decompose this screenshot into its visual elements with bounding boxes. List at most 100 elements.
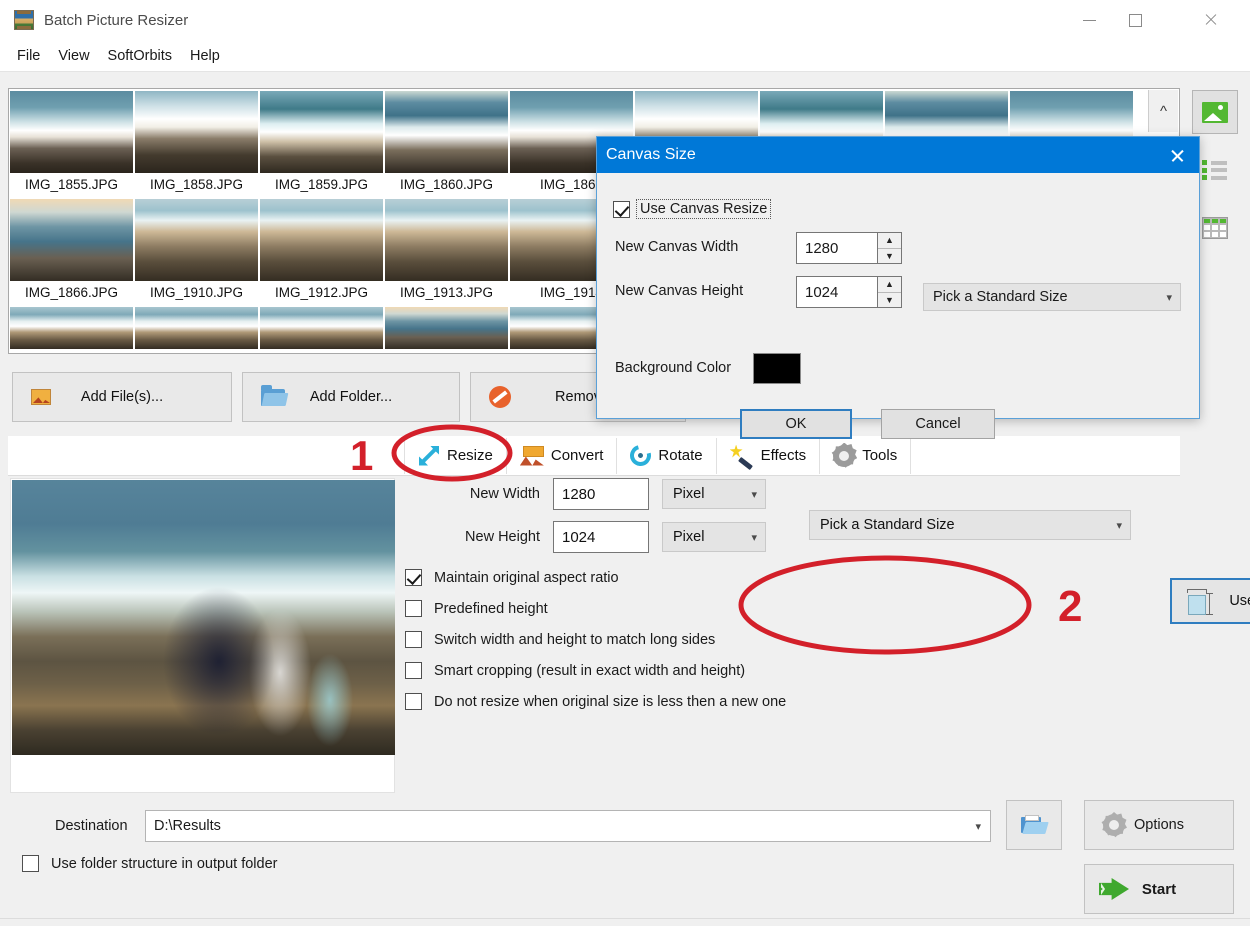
thumbnail-image (260, 199, 383, 281)
dialog-ok-button[interactable]: OK (740, 409, 852, 439)
dialog-new-canvas-width-input[interactable]: 1280 (796, 232, 878, 264)
thumbnail-item[interactable] (134, 305, 259, 349)
chevron-down-icon: ▾ (1166, 291, 1172, 304)
minimize-button[interactable] (1066, 0, 1112, 40)
menu-item-view[interactable]: View (49, 44, 98, 68)
menu-item-softorbits[interactable]: SoftOrbits (99, 44, 181, 68)
options-label: Options (1134, 817, 1184, 833)
destination-input[interactable]: D:\Results ▾ (145, 810, 991, 842)
spinner-up-icon[interactable]: ▲ (878, 233, 901, 249)
tab-convert[interactable]: Convert (507, 437, 618, 474)
thumbnail-item[interactable]: IMG_1855.JPG (9, 89, 134, 197)
chevron-up-icon[interactable]: ^ (1148, 90, 1178, 132)
thumbnail-label: IMG_1860.JPG (399, 177, 494, 192)
menu-item-help[interactable]: Help (181, 44, 229, 68)
thumbnail-image (385, 91, 508, 173)
dialog-title: Canvas Size (606, 146, 696, 163)
checkbox-maintain-aspect-ratio[interactable]: Maintain original aspect ratio (405, 569, 1185, 586)
thumbnail-image (10, 91, 133, 173)
canvas-resize-icon (1186, 587, 1214, 615)
checkbox-smart-cropping[interactable]: Smart cropping (result in exact width an… (405, 662, 1185, 679)
magic-wand-icon (730, 445, 754, 467)
thumbnail-item[interactable]: IMG_1858.JPG (134, 89, 259, 197)
dialog-standard-size-select[interactable]: Pick a Standard Size ▾ (923, 283, 1181, 311)
close-icon (1204, 13, 1218, 27)
checkbox-label: Use folder structure in output folder (51, 855, 278, 872)
maximize-button[interactable] (1112, 0, 1158, 40)
remove-label: Remov (555, 389, 601, 405)
grid-view-icon (1202, 217, 1228, 239)
rotate-circle-icon (626, 441, 656, 470)
dialog-use-canvas-resize-label: Use Canvas Resize (636, 199, 772, 219)
maximize-icon (1128, 13, 1142, 27)
thumbnail-label: IMG_1859.JPG (274, 177, 369, 192)
preview-image (12, 480, 395, 755)
menu-item-file[interactable]: File (8, 44, 49, 68)
dialog-new-canvas-width-label: New Canvas Width (615, 239, 739, 255)
browse-folder-button[interactable] (1006, 800, 1062, 850)
tab-effects[interactable]: Effects (717, 437, 821, 474)
tab-effects-label: Effects (760, 447, 807, 464)
window-titlebar: Batch Picture Resizer (0, 0, 1250, 40)
destination-value: D:\Results (154, 818, 221, 834)
destination-label: Destination (55, 818, 128, 834)
use-canvas-resize-button[interactable]: Use Canvas Resize (1170, 578, 1250, 624)
add-folder-button[interactable]: Add Folder... (242, 372, 460, 422)
checkbox-switch-width-height[interactable]: Switch width and height to match long si… (405, 631, 1185, 648)
start-button[interactable]: Start (1084, 864, 1234, 914)
checkbox-icon (405, 569, 422, 586)
dialog-close-button[interactable] (1155, 137, 1199, 173)
tab-resize-label: Resize (447, 447, 493, 464)
checkbox-icon (405, 662, 422, 679)
dialog-new-canvas-height-input[interactable]: 1024 (796, 276, 878, 308)
spinner-down-icon[interactable]: ▼ (878, 249, 901, 264)
thumbnail-image (385, 307, 508, 349)
thumbnail-image (260, 91, 383, 173)
width-unit-select[interactable]: Pixel ▾ (662, 479, 766, 509)
dialog-width-spinner[interactable]: ▲ ▼ (878, 232, 902, 264)
add-files-button[interactable]: Add File(s)... (12, 372, 232, 422)
thumbnail-item[interactable] (259, 305, 384, 349)
spinner-up-icon[interactable]: ▲ (878, 277, 901, 293)
checkbox-label: Predefined height (434, 600, 548, 617)
remove-ban-icon (489, 386, 511, 408)
checkbox-predefined-height[interactable]: Predefined height (405, 600, 1185, 617)
thumbnail-item[interactable]: IMG_1910.JPG (134, 197, 259, 305)
background-color-swatch[interactable] (753, 353, 801, 384)
chevron-down-icon: ▾ (975, 820, 981, 833)
thumbnail-item[interactable] (384, 305, 509, 349)
add-folder-label: Add Folder... (309, 389, 393, 405)
list-view-icon (1202, 160, 1228, 180)
chevron-down-icon: ▾ (751, 531, 757, 544)
thumbnail-item[interactable]: IMG_1912.JPG (259, 197, 384, 305)
close-window-button[interactable] (1188, 0, 1234, 40)
window-title: Batch Picture Resizer (44, 11, 189, 29)
checkbox-do-not-resize-smaller[interactable]: Do not resize when original size is less… (405, 693, 1185, 710)
dialog-standard-size-value: Pick a Standard Size (933, 289, 1068, 305)
checkbox-use-folder-structure[interactable]: Use folder structure in output folder (22, 855, 277, 872)
tab-rotate[interactable]: Rotate (617, 437, 717, 474)
checkbox-label: Smart cropping (result in exact width an… (434, 662, 746, 679)
tab-resize[interactable]: Resize (404, 437, 507, 474)
new-width-input[interactable]: 1280 (553, 478, 649, 510)
thumbnail-item[interactable]: IMG_1866.JPG (9, 197, 134, 305)
dialog-height-spinner[interactable]: ▲ ▼ (878, 276, 902, 308)
thumbnail-item[interactable]: IMG_1859.JPG (259, 89, 384, 197)
dialog-cancel-button[interactable]: Cancel (881, 409, 995, 439)
checkbox-icon (613, 200, 630, 218)
tab-rotate-label: Rotate (658, 447, 703, 464)
standard-size-select[interactable]: Pick a Standard Size ▾ (809, 510, 1131, 540)
spinner-down-icon[interactable]: ▼ (878, 293, 901, 308)
new-height-input[interactable]: 1024 (553, 521, 649, 553)
tab-tools[interactable]: Tools (820, 437, 912, 474)
thumbnail-item[interactable]: IMG_1860.JPG (384, 89, 509, 197)
thumbnail-item[interactable] (9, 305, 134, 349)
use-canvas-resize-label: Use Canvas Resize (1229, 593, 1250, 609)
view-thumbnails-button[interactable] (1192, 90, 1238, 134)
status-bar (0, 918, 1250, 926)
height-unit-select[interactable]: Pixel ▾ (662, 522, 766, 552)
dialog-checkbox-use-canvas-resize[interactable]: Use Canvas Resize (613, 199, 772, 219)
options-button[interactable]: Options (1084, 800, 1234, 850)
thumbnail-item[interactable]: IMG_1913.JPG (384, 197, 509, 305)
thumbnail-image (135, 91, 258, 173)
